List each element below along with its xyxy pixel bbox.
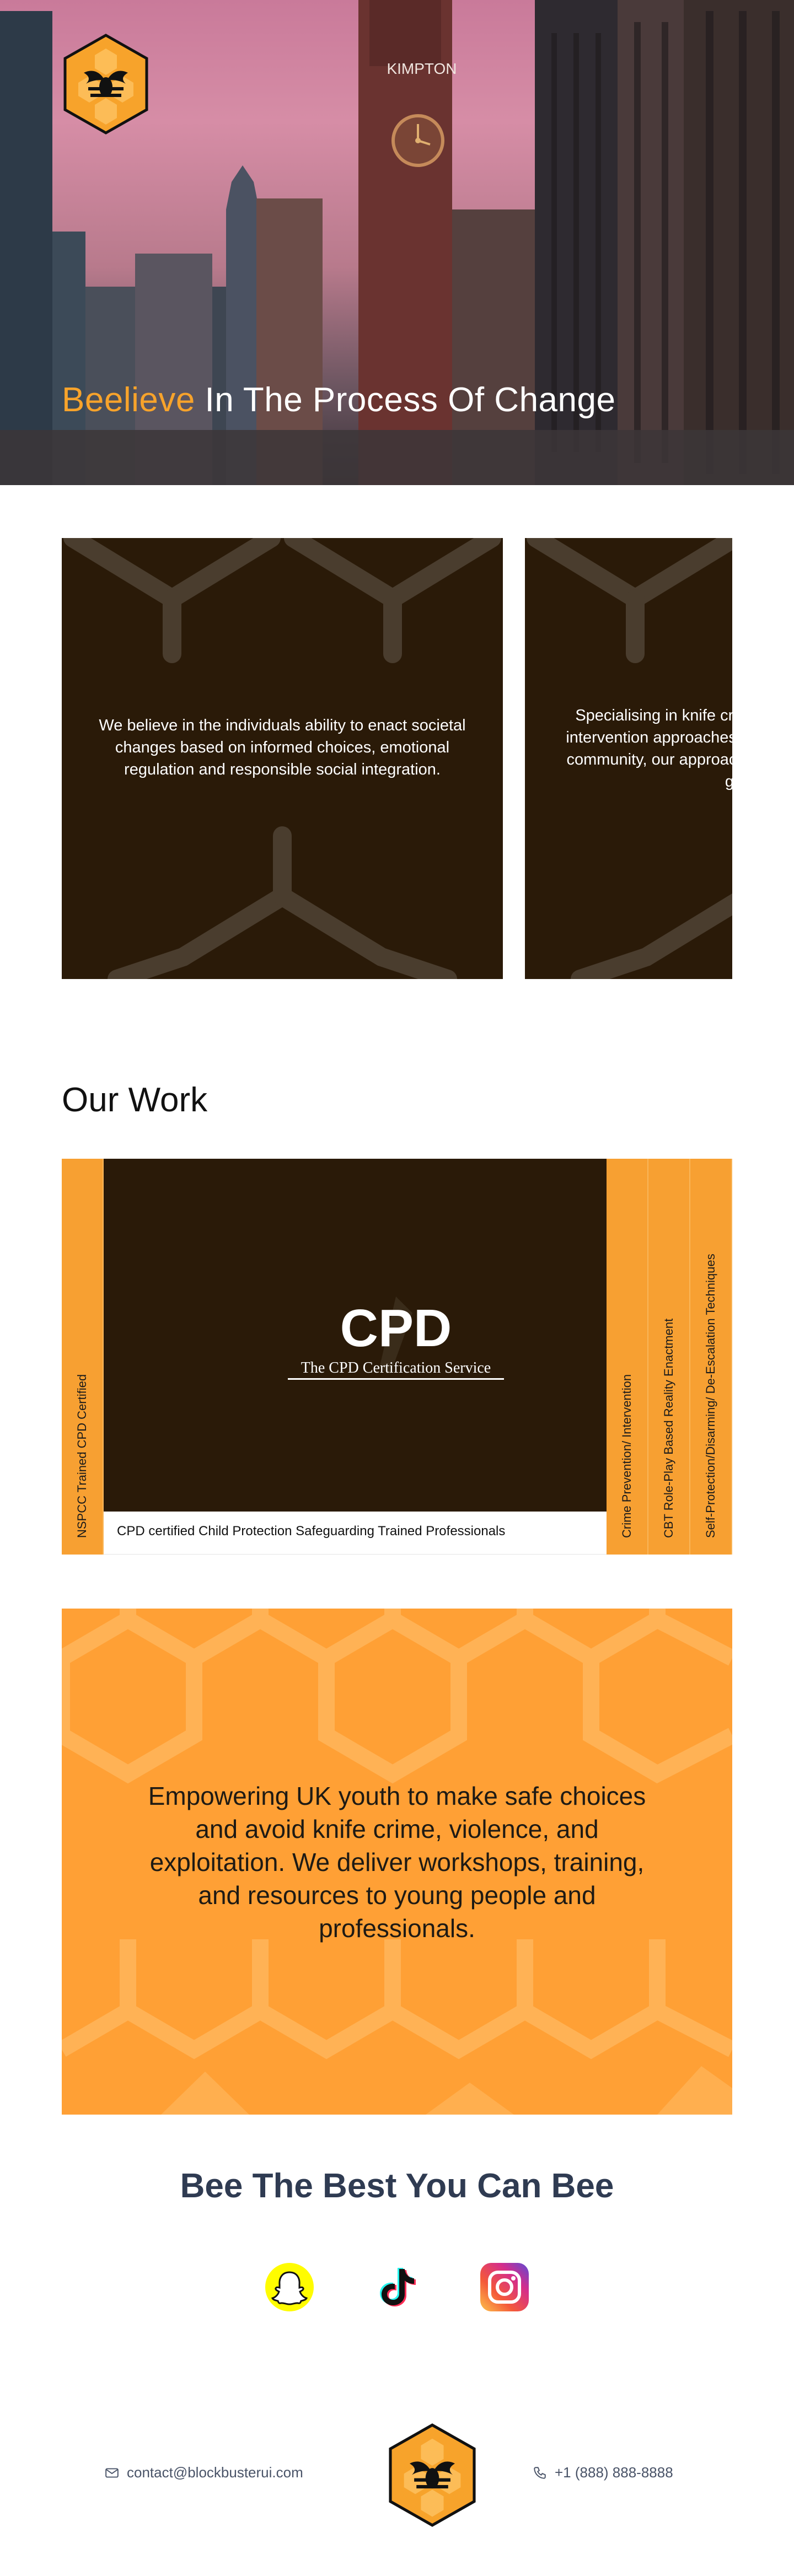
work-tab-crime-prevention[interactable]: Crime Prevention/ Intervention [607, 1159, 648, 1555]
site-logo[interactable] [62, 33, 150, 135]
cpd-logo-text: CPD [340, 1299, 452, 1358]
our-work-title: Our Work [62, 1081, 208, 1119]
hero-heading-accent: Beelieve [62, 381, 195, 419]
building-sign: KIMPTON [387, 60, 457, 77]
work-tab-cbt-roleplay[interactable]: CBT Role-Play Based Reality Enactment [648, 1159, 690, 1555]
footer-email: contact@blockbusterui.com [127, 2464, 303, 2481]
cpd-logo: CPD The CPD Certification Service [288, 1297, 504, 1380]
snapchat-icon[interactable] [265, 2262, 314, 2312]
footer-phone-link[interactable]: +1 (888) 888-8888 [533, 2464, 673, 2481]
slogan-heading: Bee The Best You Can Bee [180, 2167, 614, 2205]
work-tab-label: CBT Role-Play Based Reality Enactment [662, 1318, 675, 1538]
footer-logo[interactable] [387, 2423, 478, 2527]
work-tab-self-protection[interactable]: Self-Protection/Disarming/ De-Escalation… [690, 1159, 732, 1555]
intro-card-text: Specialising in knife crime awareness an… [566, 707, 732, 790]
work-tab-label: NSPCC Trained CPD Certified [75, 1374, 89, 1538]
footer-phone: +1 (888) 888-8888 [555, 2464, 673, 2481]
work-tab-nspcc[interactable]: NSPCC Trained CPD Certified [62, 1159, 104, 1555]
intro-card-text: We believe in the individuals ability to… [99, 717, 466, 778]
hero-heading: Beelieve In The Process Of Change [62, 380, 615, 420]
work-tab-label: Crime Prevention/ Intervention [620, 1374, 634, 1538]
mission-text: Empowering UK youth to make safe choices… [148, 1782, 646, 1943]
hero-section: KIMPTON Beelieve In The Process Of Chang… [0, 0, 794, 485]
tiktok-icon[interactable] [373, 2262, 422, 2312]
instagram-icon[interactable] [480, 2262, 529, 2312]
intro-card: Specialising in knife crime awareness an… [525, 538, 732, 979]
footer-email-link[interactable]: contact@blockbusterui.com [105, 2464, 303, 2481]
hero-heading-rest: In The Process Of Change [195, 381, 616, 419]
work-caption: CPD certified Child Protection Safeguard… [104, 1512, 607, 1555]
intro-card: We believe in the individuals ability to… [62, 538, 503, 979]
work-panel: CPD The CPD Certification Service [104, 1159, 607, 1555]
work-tab-label: Self-Protection/Disarming/ De-Escalation… [704, 1254, 717, 1538]
phone-icon [534, 2466, 546, 2479]
our-work-accordion: NSPCC Trained CPD Certified CPD The CPD … [62, 1159, 732, 1555]
mission-banner: Empowering UK youth to make safe choices… [62, 1609, 732, 2115]
mail-icon [105, 2467, 119, 2478]
cpd-logo-subtext: The CPD Certification Service [301, 1359, 491, 1376]
intro-cards-carousel[interactable]: We believe in the individuals ability to… [62, 538, 732, 979]
